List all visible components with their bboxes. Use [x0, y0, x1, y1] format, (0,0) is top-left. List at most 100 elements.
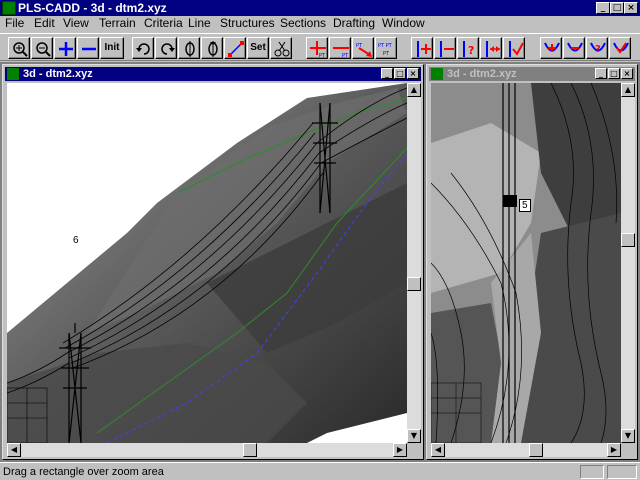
structure-marker — [503, 195, 517, 207]
perspective-button[interactable] — [224, 37, 246, 59]
perspective-icon — [228, 41, 244, 57]
left-close-button[interactable]: × — [407, 68, 419, 79]
menu-line[interactable]: Line — [188, 16, 211, 31]
svg-text:?: ? — [468, 44, 474, 57]
right-scroll-corner — [621, 443, 635, 457]
menu-edit[interactable]: Edit — [34, 16, 55, 31]
tilt-down-icon — [208, 41, 218, 57]
tilt-down-button[interactable] — [201, 37, 223, 59]
structure-label-5: 5 — [519, 199, 531, 212]
right-minimize-button[interactable]: _ — [595, 68, 607, 79]
tilt-up-button[interactable] — [178, 37, 200, 59]
right-maximize-button[interactable]: □ — [608, 68, 620, 79]
sag-section-button[interactable] — [563, 37, 585, 59]
add-structure-button[interactable] — [411, 37, 433, 59]
menu-file[interactable]: File — [5, 16, 24, 31]
zoom-in-button[interactable] — [8, 37, 30, 59]
menu-view[interactable]: View — [63, 16, 89, 31]
right-3d-window[interactable]: 3d - dtm2.xyz _ □ × 5 ▲ ▼ ◀ ▶ — [426, 64, 638, 460]
right-scroll-down-button[interactable]: ▼ — [621, 429, 635, 443]
init-button[interactable]: Init — [100, 37, 124, 59]
zoom-out-icon — [36, 42, 51, 57]
left-scroll-left-button[interactable]: ◀ — [7, 443, 21, 457]
move-structure-button[interactable] — [480, 37, 502, 59]
left-vscroll-thumb[interactable] — [407, 277, 421, 291]
left-horizontal-scrollbar[interactable]: ◀ ▶ — [7, 443, 407, 457]
point-info-icon: PT PT PT — [378, 43, 393, 57]
right-scroll-up-button[interactable]: ▲ — [621, 83, 635, 97]
left-scroll-up-button[interactable]: ▲ — [407, 83, 421, 97]
right-vscroll-thumb[interactable] — [621, 233, 635, 247]
add-point-button[interactable]: PT — [306, 37, 328, 59]
set-button[interactable]: Set — [247, 37, 269, 59]
right-scroll-right-button[interactable]: ▶ — [607, 443, 621, 457]
svg-text:?: ? — [595, 44, 601, 55]
add-structure-icon — [417, 41, 431, 57]
menu-sections[interactable]: Sections — [280, 16, 326, 31]
move-point-button[interactable]: PT — [352, 37, 374, 59]
right-plan-viewport[interactable]: 5 — [431, 83, 621, 443]
structure-info-button[interactable]: ? — [457, 37, 479, 59]
left-3d-window[interactable]: 3d - dtm2.xyz _ □ × 6 ▲ ▼ ◀ ▶ — [2, 64, 424, 460]
left-window-titlebar[interactable]: 3d - dtm2.xyz _ □ × — [5, 67, 421, 81]
right-horizontal-scrollbar[interactable]: ◀ ▶ — [431, 443, 621, 457]
add-section-icon — [544, 42, 560, 52]
check-section-button[interactable] — [609, 37, 631, 59]
app-icon[interactable] — [2, 1, 16, 15]
aerial-plan-scene — [431, 83, 621, 443]
delete-point-icon: PT — [333, 47, 349, 58]
right-close-button[interactable]: × — [621, 68, 633, 79]
minus-icon — [82, 47, 96, 51]
add-section-button[interactable] — [540, 37, 562, 59]
check-section-icon — [613, 42, 629, 54]
zoom-out-button[interactable] — [31, 37, 53, 59]
status-pane-1 — [580, 465, 604, 479]
expand-button[interactable] — [54, 37, 76, 59]
check-structure-button[interactable] — [503, 37, 525, 59]
left-hscroll-thumb[interactable] — [243, 443, 257, 457]
left-scroll-right-button[interactable]: ▶ — [393, 443, 407, 457]
move-point-icon: PT — [356, 43, 372, 57]
delete-structure-button[interactable] — [434, 37, 456, 59]
menu-terrain[interactable]: Terrain — [99, 16, 136, 31]
right-scroll-left-button[interactable]: ◀ — [431, 443, 445, 457]
sag-section-icon — [567, 42, 583, 52]
menu-window[interactable]: Window — [382, 16, 425, 31]
contract-button[interactable] — [77, 37, 99, 59]
minimize-button[interactable]: _ — [596, 2, 610, 14]
rotate-left-button[interactable] — [132, 37, 154, 59]
close-button[interactable]: × — [624, 2, 638, 14]
rotate-left-icon — [136, 43, 150, 55]
right-window-icon[interactable] — [431, 68, 443, 80]
svg-text:PT: PT — [383, 51, 390, 57]
right-window-titlebar[interactable]: 3d - dtm2.xyz _ □ × — [429, 67, 635, 81]
status-message: Drag a rectangle over zoom area — [3, 466, 164, 478]
delete-point-button[interactable]: PT — [329, 37, 351, 59]
tilt-up-icon — [185, 41, 195, 57]
cut-button[interactable] — [270, 37, 292, 59]
left-scroll-down-button[interactable]: ▼ — [407, 429, 421, 443]
menu-criteria[interactable]: Criteria — [144, 16, 183, 31]
maximize-button[interactable]: □ — [610, 2, 624, 14]
left-window-icon[interactable] — [7, 68, 19, 80]
svg-text:PT PT: PT PT — [378, 43, 393, 49]
rotate-right-icon — [161, 43, 175, 55]
structure-info-icon: ? — [463, 41, 474, 57]
left-minimize-button[interactable]: _ — [381, 68, 393, 79]
right-vertical-scrollbar[interactable]: ▲ ▼ — [621, 83, 635, 443]
delete-structure-icon — [440, 41, 454, 57]
move-structure-icon — [486, 41, 500, 57]
menu-structures[interactable]: Structures — [220, 16, 275, 31]
menu-bar: File Edit View Terrain Criteria Line Str… — [0, 16, 640, 32]
menu-drafting[interactable]: Drafting — [333, 16, 375, 31]
section-info-button[interactable]: ? — [586, 37, 608, 59]
svg-text:PT: PT — [319, 53, 326, 58]
rotate-right-button[interactable] — [155, 37, 177, 59]
left-maximize-button[interactable]: □ — [394, 68, 406, 79]
left-vertical-scrollbar[interactable]: ▲ ▼ — [407, 83, 421, 443]
left-3d-viewport[interactable]: 6 — [7, 83, 407, 443]
title-bar[interactable]: PLS-CADD - 3d - dtm2.xyz _ □ × — [0, 0, 640, 16]
structure-label-6: 6 — [73, 235, 79, 246]
right-hscroll-thumb[interactable] — [529, 443, 543, 457]
point-info-button[interactable]: PT PT PT — [375, 37, 397, 59]
